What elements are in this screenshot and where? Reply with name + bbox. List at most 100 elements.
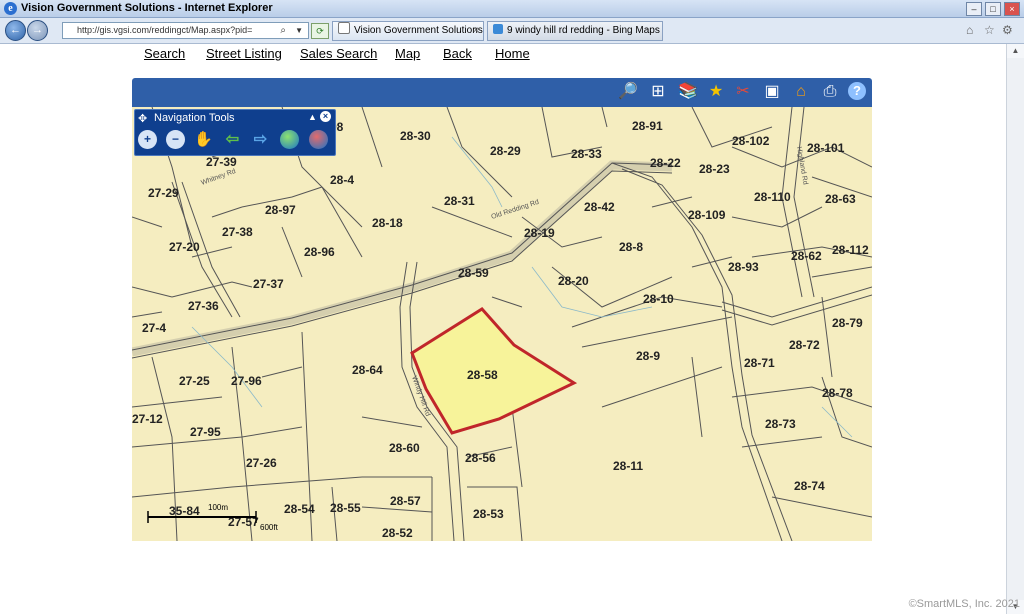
nav-link-sales-search[interactable]: Sales Search bbox=[300, 46, 377, 61]
parcel-label: 28-22 bbox=[650, 156, 681, 170]
nav-link-back[interactable]: Back bbox=[443, 46, 472, 61]
help-icon[interactable]: ? bbox=[848, 82, 866, 100]
previous-extent-icon[interactable]: ⇦ bbox=[223, 130, 242, 149]
parcel-label: 27-39 bbox=[206, 155, 237, 169]
map-toolbar: 🔎 ⊞ 📚 ★ ✂ ▣ ⌂ ⎙ ? bbox=[132, 78, 872, 107]
favorites-star-icon[interactable]: ☆ bbox=[984, 23, 995, 37]
printer-icon[interactable]: ⎙ bbox=[820, 82, 840, 102]
scale-feet: 600ft bbox=[260, 523, 279, 532]
tab-label: Vision Government Solutions bbox=[354, 25, 483, 36]
close-panel-icon[interactable]: × bbox=[320, 111, 331, 122]
parcel-label: 28-71 bbox=[744, 356, 775, 370]
window-titlebar: e Vision Government Solutions - Internet… bbox=[0, 0, 1024, 18]
parcel-label: 27-29 bbox=[148, 186, 179, 200]
parcel-label: 28-91 bbox=[632, 119, 663, 133]
page-icon bbox=[338, 22, 350, 34]
tab-close-icon[interactable]: × bbox=[473, 22, 479, 40]
minimize-button[interactable]: – bbox=[966, 2, 982, 16]
browser-toolbar: ← → http://gis.vgsi.com/reddingct/Map.as… bbox=[0, 18, 1024, 44]
house-icon[interactable]: ⌂ bbox=[791, 82, 811, 102]
parcel-map[interactable]: Old Redding Rd Windy Hill Rd Whitney Rd … bbox=[132, 107, 872, 541]
navigation-tools-panel: ✥ Navigation Tools ▲ × + − ✋ ⇦ ⇨ bbox=[134, 109, 336, 156]
parcel-label: 28-55 bbox=[330, 501, 361, 515]
parcel-label: 28-73 bbox=[765, 417, 796, 431]
tab-label: 9 windy hill rd redding - Bing Maps bbox=[507, 25, 660, 36]
parcel-label: 28-42 bbox=[584, 200, 615, 214]
parcel-label: 28-57 bbox=[390, 494, 421, 508]
zoom-out-icon[interactable]: − bbox=[166, 130, 185, 149]
parcel-label: 28-30 bbox=[400, 129, 431, 143]
zoom-in-icon[interactable]: + bbox=[138, 130, 157, 149]
scroll-up-icon[interactable]: ▲ bbox=[1007, 44, 1024, 58]
parcel-label: 28-19 bbox=[524, 226, 555, 240]
parcel-label: 28-56 bbox=[465, 451, 496, 465]
nav-link-home[interactable]: Home bbox=[495, 46, 530, 61]
gear-icon[interactable]: ⚙ bbox=[1002, 23, 1013, 37]
parcel-map-svg: Old Redding Rd Windy Hill Rd Whitney Rd … bbox=[132, 107, 872, 541]
parcel-label: 28-60 bbox=[389, 441, 420, 455]
parcel-label: 27-96 bbox=[231, 374, 262, 388]
parcel-label: 27-20 bbox=[169, 240, 200, 254]
star-icon[interactable]: ★ bbox=[706, 82, 726, 102]
nav-link-street-listing[interactable]: Street Listing bbox=[206, 46, 282, 61]
parcel-label: 28-74 bbox=[794, 479, 825, 493]
parcel-label: 28-11 bbox=[613, 459, 643, 473]
forward-arrow-icon[interactable]: → bbox=[27, 20, 48, 41]
parcel-label: 28-31 bbox=[444, 194, 475, 208]
parcel-label: 28-63 bbox=[825, 192, 856, 206]
home-icon[interactable]: ⌂ bbox=[966, 23, 973, 37]
parcel-label: 28-110 bbox=[754, 190, 791, 204]
full-extent-globe-icon[interactable] bbox=[280, 130, 299, 149]
print-preview-icon[interactable]: ▣ bbox=[762, 82, 782, 102]
parcel-label: 27-4 bbox=[142, 321, 166, 335]
nav-link-map[interactable]: Map bbox=[395, 46, 420, 61]
parcel-label: 28-29 bbox=[490, 144, 521, 158]
parcel-label: 28-53 bbox=[473, 507, 504, 521]
tab-bing[interactable]: 9 windy hill rd redding - Bing Maps bbox=[487, 21, 663, 41]
next-extent-icon[interactable]: ⇨ bbox=[251, 130, 270, 149]
identify-icon[interactable]: 🔎 bbox=[618, 82, 638, 102]
parcel-label: 28-96 bbox=[304, 245, 335, 259]
navigation-tools-title: Navigation Tools bbox=[154, 112, 235, 124]
parcel-label: 28-20 bbox=[558, 274, 589, 288]
search-icon[interactable]: ⌕ bbox=[280, 23, 286, 38]
bing-icon bbox=[493, 24, 503, 34]
parcel-label: 27-12 bbox=[132, 412, 163, 426]
tab-vision[interactable]: Vision Government Solutions × bbox=[332, 21, 484, 41]
nav-link-search[interactable]: Search bbox=[144, 46, 185, 61]
parcel-label: 28-52 bbox=[382, 526, 413, 540]
maximize-button[interactable]: □ bbox=[985, 2, 1001, 16]
pan-tool-icon: ✥ bbox=[138, 113, 148, 125]
parcel-label: 28-101 bbox=[807, 141, 845, 155]
parcel-label: 28-109 bbox=[688, 208, 726, 222]
collapse-icon[interactable]: ▲ bbox=[308, 112, 317, 122]
dropdown-icon[interactable]: ▼ bbox=[295, 23, 303, 38]
parcel-label: 28-4 bbox=[330, 173, 354, 187]
parcel-label: 28-59 bbox=[458, 266, 489, 280]
parcel-label: 28-97 bbox=[265, 203, 296, 217]
parcel-label: 28-79 bbox=[832, 316, 863, 330]
tools-icon[interactable]: ✂ bbox=[733, 82, 753, 102]
scale-meters: 100m bbox=[208, 503, 228, 512]
parcel-label: 28-78 bbox=[822, 386, 853, 400]
address-bar[interactable]: http://gis.vgsi.com/reddingct/Map.aspx?p… bbox=[62, 22, 309, 39]
parcel-label: 27-95 bbox=[190, 425, 221, 439]
parcel-label: 28-23 bbox=[699, 162, 730, 176]
pan-hand-icon[interactable]: ✋ bbox=[194, 130, 213, 149]
parcel-label: 28-64 bbox=[352, 363, 383, 377]
back-arrow-icon[interactable]: ← bbox=[5, 20, 26, 41]
zoom-to-selection-globe-icon[interactable] bbox=[309, 130, 328, 149]
close-button[interactable]: × bbox=[1004, 2, 1020, 16]
parcel-label: 28-93 bbox=[728, 260, 759, 274]
address-url: http://gis.vgsi.com/reddingct/Map.aspx?p… bbox=[77, 25, 253, 35]
window-title: Vision Government Solutions - Internet E… bbox=[21, 2, 273, 14]
refresh-icon[interactable]: ⟳ bbox=[311, 23, 329, 39]
layers-icon[interactable]: 📚 bbox=[678, 82, 698, 102]
select-icon[interactable]: ⊞ bbox=[648, 82, 668, 102]
parcel-label: 28-72 bbox=[789, 338, 820, 352]
parcel-label: 28-54 bbox=[284, 502, 315, 516]
street-label-old-redding: Old Redding Rd bbox=[490, 199, 540, 221]
parcel-label: 28-112 bbox=[832, 243, 869, 257]
parcel-label: 27-25 bbox=[179, 374, 210, 388]
vertical-scrollbar[interactable]: ▲ ▼ bbox=[1006, 44, 1024, 614]
